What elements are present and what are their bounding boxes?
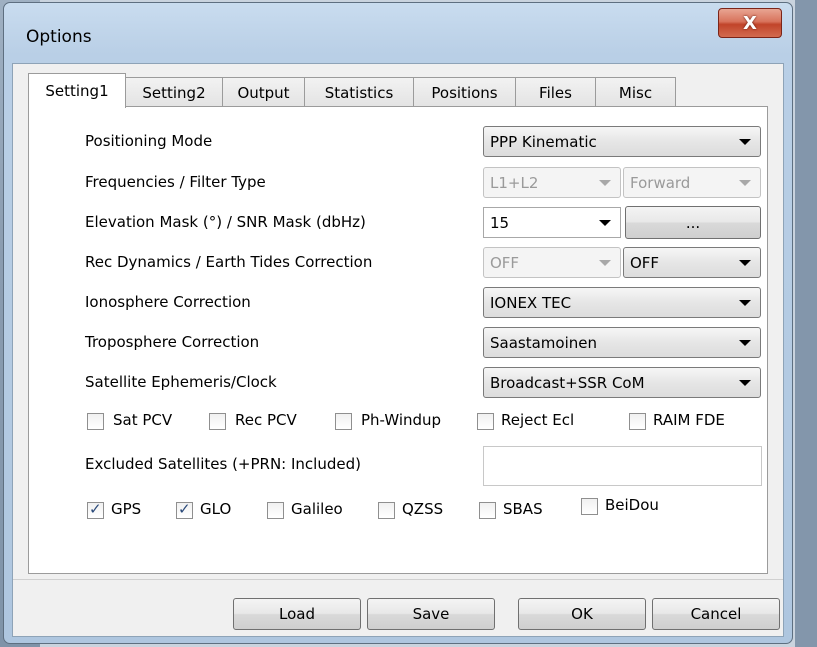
filter-type-value: Forward [630, 174, 691, 192]
positioning-mode-label: Positioning Mode [85, 132, 213, 150]
glo-label: GLO [200, 500, 232, 518]
galileo-label: Galileo [291, 500, 343, 518]
earth-tides-value: OFF [630, 254, 660, 272]
tab-files[interactable]: Files [515, 77, 596, 107]
elevation-mask-label: Elevation Mask (°) / SNR Mask (dbHz) [85, 213, 366, 231]
cancel-button[interactable]: Cancel [652, 598, 780, 630]
troposphere-value: Saastamoinen [490, 334, 597, 352]
filter-type-select: Forward [623, 167, 761, 198]
chevron-down-icon [739, 300, 751, 306]
frequencies-label: Frequencies / Filter Type [85, 173, 266, 191]
tab-statistics[interactable]: Statistics [304, 77, 414, 107]
ionosphere-label: Ionosphere Correction [85, 293, 251, 311]
sat-pcv-checkbox[interactable] [87, 413, 104, 430]
chevron-down-icon [739, 180, 751, 186]
chevron-down-icon [739, 260, 751, 266]
ok-button-label: OK [571, 605, 593, 623]
ok-button[interactable]: OK [518, 598, 646, 630]
snr-mask-button[interactable]: ... [625, 206, 761, 239]
ionosphere-select[interactable]: IONEX TEC [483, 287, 761, 318]
chevron-down-icon [599, 220, 611, 226]
chevron-down-icon [599, 260, 611, 266]
save-button[interactable]: Save [367, 598, 495, 630]
rec-dynamics-value: OFF [490, 254, 520, 272]
sbas-checkbox[interactable] [479, 502, 496, 519]
rec-dynamics-label: Rec Dynamics / Earth Tides Correction [85, 253, 373, 271]
ephemeris-label: Satellite Ephemeris/Clock [85, 373, 277, 391]
chevron-down-icon [739, 340, 751, 346]
title-bar[interactable]: Options X [4, 3, 792, 65]
window-title: Options [26, 27, 92, 47]
setting1-panel: Positioning Mode PPP Kinematic Frequenci… [28, 106, 768, 574]
galileo-checkbox[interactable] [267, 502, 284, 519]
elevation-mask-value: 15 [490, 214, 510, 232]
dialog-client-area: Setting1 Setting2 Output Statistics Posi… [12, 63, 784, 637]
tab-setting1[interactable]: Setting1 [28, 73, 126, 108]
tab-positions[interactable]: Positions [413, 77, 516, 107]
sbas-label: SBAS [503, 500, 543, 518]
load-button-label: Load [279, 605, 315, 623]
ph-windup-checkbox[interactable] [335, 413, 352, 430]
bottom-separator [13, 579, 783, 580]
ionosphere-value: IONEX TEC [490, 294, 572, 312]
positioning-mode-select[interactable]: PPP Kinematic [483, 126, 761, 157]
sat-pcv-label: Sat PCV [113, 411, 173, 429]
options-dialog: Options X Setting1 Setting2 Output Stati… [3, 2, 793, 644]
ephemeris-select[interactable]: Broadcast+SSR CoM [483, 367, 761, 398]
cancel-button-label: Cancel [690, 605, 742, 623]
rec-pcv-checkbox[interactable] [209, 413, 226, 430]
reject-ecl-checkbox[interactable] [477, 413, 494, 430]
elevation-mask-select[interactable]: 15 [483, 207, 621, 238]
close-icon: X [743, 12, 757, 34]
beidou-label: BeiDou [605, 496, 659, 514]
close-button[interactable]: X [718, 8, 782, 38]
glo-checkbox[interactable] [176, 500, 193, 519]
troposphere-select[interactable]: Saastamoinen [483, 327, 761, 358]
frequencies-select: L1+L2 [483, 167, 621, 198]
rec-pcv-label: Rec PCV [235, 411, 297, 429]
earth-tides-select[interactable]: OFF [623, 247, 761, 278]
beidou-checkbox[interactable] [581, 498, 598, 515]
frequencies-value: L1+L2 [490, 174, 539, 192]
positioning-mode-value: PPP Kinematic [490, 133, 597, 151]
ph-windup-label: Ph-Windup [361, 411, 442, 429]
reject-ecl-label: Reject Ecl [501, 411, 575, 429]
ephemeris-value: Broadcast+SSR CoM [490, 374, 645, 392]
background-right [795, 0, 817, 647]
chevron-down-icon [739, 380, 751, 386]
excluded-satellites-label: Excluded Satellites (+PRN: Included) [85, 455, 361, 473]
raim-fde-label: RAIM FDE [653, 411, 725, 429]
tab-misc[interactable]: Misc [595, 77, 676, 107]
load-button[interactable]: Load [233, 598, 361, 630]
tab-output[interactable]: Output [222, 77, 305, 107]
tab-setting2[interactable]: Setting2 [125, 77, 223, 107]
qzss-checkbox[interactable] [378, 502, 395, 519]
qzss-label: QZSS [402, 500, 444, 518]
rec-dynamics-select: OFF [483, 247, 621, 278]
chevron-down-icon [739, 139, 751, 145]
chevron-down-icon [599, 180, 611, 186]
save-button-label: Save [412, 605, 450, 623]
excluded-satellites-input[interactable] [483, 446, 762, 486]
gps-label: GPS [111, 500, 142, 518]
troposphere-label: Troposphere Correction [85, 333, 260, 351]
raim-fde-checkbox[interactable] [629, 413, 646, 430]
gps-checkbox[interactable] [87, 500, 104, 519]
